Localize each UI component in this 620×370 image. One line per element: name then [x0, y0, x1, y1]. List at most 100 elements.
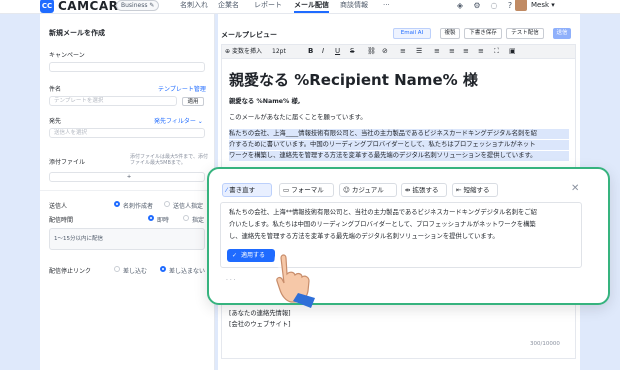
settings-icon[interactable]: ⚙	[472, 1, 482, 11]
unsubscribe-option-no-insert: 差し込まない	[169, 268, 206, 275]
fullscreen-icon[interactable]: ⛶	[494, 46, 499, 56]
email-body-line-3: ワークを構築し、連絡先を管理する方法を変革する最先端のデジタル名刺ソリューション…	[229, 151, 569, 161]
unsubscribe-radio-insert[interactable]	[114, 266, 120, 272]
email-body-line-1: 私たちの会社、上海____情報技術有限公司と、当社の主力製品であるビジネスカード…	[229, 129, 569, 139]
template-apply-button[interactable]: 適用	[182, 97, 204, 106]
sender-radio-card-owner[interactable]	[114, 201, 120, 207]
email-greeting: 親愛なる %Name% 様,	[229, 98, 301, 105]
send-time-radio-scheduled[interactable]	[183, 215, 189, 221]
close-icon[interactable]: ✕	[571, 183, 579, 195]
save-draft-button[interactable]: 下書き保存	[464, 28, 502, 39]
subject-label: 件名	[49, 86, 62, 93]
more-dots: · · ·	[226, 277, 236, 284]
unsubscribe-radio-no-insert[interactable]	[160, 266, 166, 272]
expand-icon: ⇹	[405, 186, 411, 194]
chip-rewrite-label: 書き直す	[229, 186, 256, 194]
campaign-label: キャンペーン	[49, 52, 85, 59]
layers-icon[interactable]: ◈	[455, 1, 465, 11]
align-center-icon[interactable]: ≡	[449, 46, 455, 56]
send-time-radio-now[interactable]	[148, 215, 154, 221]
plan-badge: Business ✎	[116, 0, 160, 11]
attachment-hint: 添付ファイルは最大5件まで、添付ファイル最大5MBまで。	[130, 154, 208, 166]
unsubscribe-label: 配信停止リンク	[49, 268, 92, 275]
insert-variable-button[interactable]: ⊕ 変数を挿入	[225, 47, 262, 57]
sender-radio-specified[interactable]	[164, 201, 170, 207]
nav-email[interactable]: メール配信	[294, 0, 329, 13]
insert-variable-label: 変数を挿入	[231, 48, 262, 55]
email-intro-line: このメールがあなたに届くことを願っています。	[229, 114, 367, 121]
duplicate-button[interactable]: 複製	[440, 28, 460, 39]
nav-cards[interactable]: 名刺入れ	[180, 0, 208, 11]
chip-expand[interactable]: ⇹ 拡張する	[401, 183, 447, 197]
align-left-icon[interactable]: ≡	[434, 46, 440, 56]
ai-result-line-3: し、連絡先を管理する方法を変革する最先端のデジタル名刺ソリューションを提供してい…	[229, 233, 499, 240]
image-icon[interactable]: ▣	[509, 46, 516, 56]
top-bar: CC CAMCARD Business ✎ 名刺入れ 企業名 レポート メール配…	[0, 0, 620, 14]
unlink-icon[interactable]: ⊘	[382, 46, 388, 56]
chip-shorten[interactable]: ⇤ 短縮する	[452, 183, 498, 197]
sender-option-specified: 送信人指定	[173, 203, 204, 210]
character-counter: 300/10000	[530, 341, 560, 347]
nav-more[interactable]: ···	[383, 0, 390, 11]
chip-rewrite[interactable]: ⁄ 書き直す	[222, 183, 272, 197]
chip-casual[interactable]: ☺ カジュアル	[339, 183, 397, 197]
preview-title: メールプレビュー	[221, 31, 277, 39]
bold-icon[interactable]: B	[308, 46, 313, 56]
shorten-icon: ⇤	[456, 186, 462, 194]
unsubscribe-option-insert: 差し込む	[123, 268, 148, 275]
template-manage-link[interactable]: テンプレート管理	[158, 84, 206, 93]
hand-cursor-icon	[274, 251, 315, 308]
justify-icon[interactable]: ≡	[478, 46, 484, 56]
chip-casual-label: カジュアル	[351, 186, 384, 194]
send-time-label: 配信時間	[49, 217, 74, 224]
form-title: 新規メールを作成	[49, 29, 105, 37]
camcard-logo: CC	[40, 0, 54, 13]
underline-icon[interactable]: U	[335, 46, 340, 56]
attachment-label: 添付ファイル	[49, 159, 86, 166]
send-time-option-now: 即時	[157, 217, 170, 224]
chip-formal[interactable]: ▭ フォーマル	[279, 183, 334, 197]
recipient-select[interactable]: 送信人を選択	[49, 128, 205, 138]
nav-deals[interactable]: 商談情報	[340, 0, 368, 11]
test-send-button[interactable]: テスト配信	[506, 28, 544, 39]
strikethrough-icon[interactable]: S	[350, 46, 354, 56]
email-subject: 親愛なる %Recipient Name% 様	[229, 71, 478, 89]
plus-circle-icon: ⊕	[225, 48, 231, 55]
sender-option-card-owner: 名刺作成者	[123, 203, 154, 210]
attachment-add-button[interactable]: +	[49, 172, 205, 182]
smile-icon: ☺	[343, 186, 350, 194]
chip-shorten-label: 短縮する	[463, 186, 490, 194]
ai-result-line-2: 介いたします。私たちは中国のリーディングプロバイダーとして、プロフェッショナルが…	[229, 221, 536, 228]
send-time-option-scheduled: 指定	[192, 217, 205, 224]
email-ai-button[interactable]: Email AI	[393, 28, 431, 39]
email-footer-website: [会社のウェブサイト]	[229, 321, 291, 328]
check-icon: ✓	[232, 252, 238, 259]
nav-companies[interactable]: 企業名	[218, 0, 239, 11]
link-icon[interactable]: ⛓	[367, 46, 376, 56]
user-menu[interactable]: Mesk ▾	[531, 0, 555, 11]
align-right-icon[interactable]: ≡	[463, 46, 469, 56]
chip-expand-label: 拡張する	[412, 186, 439, 194]
chip-formal-label: フォーマル	[291, 186, 324, 194]
ordered-list-icon[interactable]: ≡	[400, 46, 406, 56]
recipient-filter-link[interactable]: 発先フィルター ⌄	[154, 116, 203, 125]
italic-icon[interactable]: I	[322, 46, 324, 56]
nav-reports[interactable]: レポート	[254, 0, 282, 11]
help-icon[interactable]: ?	[505, 1, 515, 11]
font-size-select[interactable]: 12pt	[272, 47, 286, 57]
email-body-line-2: 介するために書いています。中国のリーディングプロバイダーとして、私たちはプロフェ…	[229, 140, 569, 150]
send-interval-note: 1〜15分以内に配信	[49, 228, 205, 250]
wand-icon: ⁄	[226, 186, 228, 194]
recipient-label: 発先	[49, 118, 62, 125]
ai-result-text: 私たちの会社、上海**情報技術有限公司と、当社の主力製品であるビジネスカードキン…	[229, 207, 577, 243]
avatar[interactable]	[515, 0, 527, 11]
send-button[interactable]: 送信	[553, 28, 571, 39]
bullet-list-icon[interactable]: ☰	[416, 46, 422, 56]
chat-icon[interactable]: ◌	[489, 1, 499, 11]
briefcase-icon: ▭	[283, 186, 290, 194]
email-footer-contact: [あなたの連絡先情報]	[229, 310, 291, 317]
apply-rewrite-label: 適用する	[241, 252, 266, 259]
campaign-input[interactable]	[49, 62, 205, 72]
ai-result-line-1: 私たちの会社、上海**情報技術有限公司と、当社の主力製品であるビジネスカードキン…	[229, 209, 537, 216]
template-select[interactable]: テンプレートを選択	[49, 96, 177, 106]
